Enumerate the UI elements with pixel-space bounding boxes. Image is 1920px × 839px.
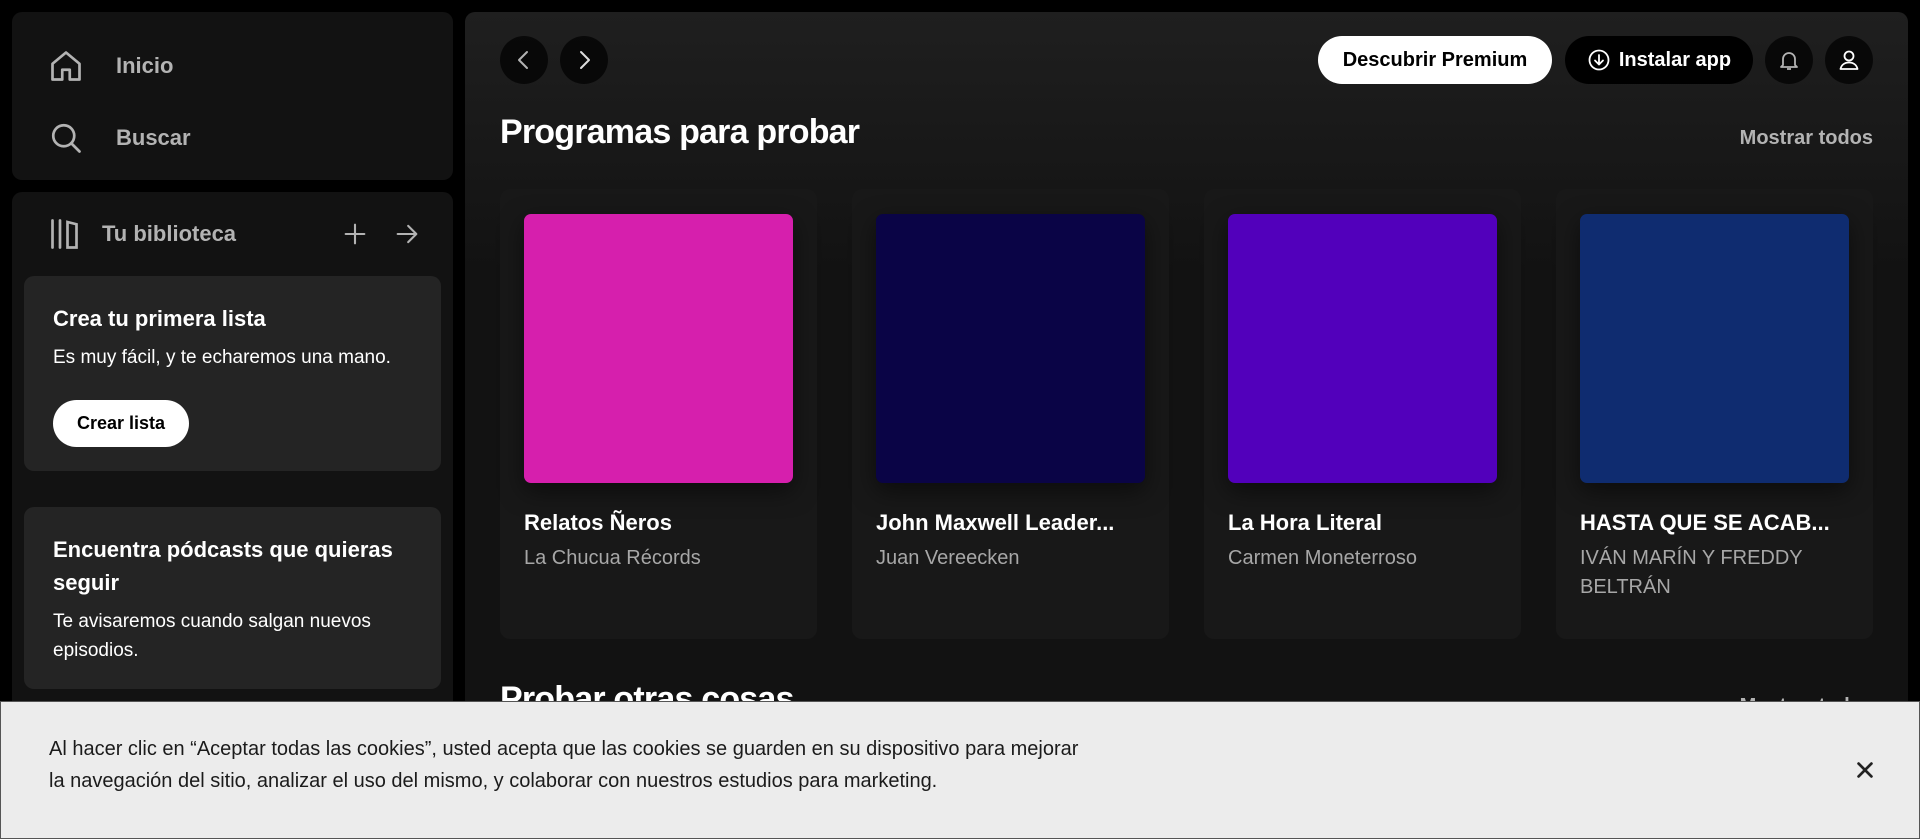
library-title[interactable]: Tu biblioteca xyxy=(102,221,325,247)
explore-premium-button[interactable]: Descubrir Premium xyxy=(1318,36,1552,84)
expand-library-button[interactable] xyxy=(385,212,429,256)
show-card[interactable]: La Hora Literal Carmen Moneterroso xyxy=(1204,189,1521,639)
download-icon xyxy=(1588,49,1610,71)
cookie-banner: Al hacer clic en “Aceptar todas las cook… xyxy=(0,701,1920,839)
create-playlist-cta-button[interactable]: Crear lista xyxy=(53,400,190,447)
nav-item-home[interactable]: Inicio xyxy=(48,30,417,102)
show-cover xyxy=(1228,214,1497,483)
close-cookie-banner-button[interactable] xyxy=(1845,750,1885,790)
back-button[interactable] xyxy=(500,36,548,84)
show-cover xyxy=(876,214,1145,483)
library-header: Tu biblioteca xyxy=(12,192,453,276)
nav-item-label: Buscar xyxy=(116,125,191,150)
sidebar-nav: Inicio Buscar xyxy=(12,12,453,180)
show-title: Relatos Ñeros xyxy=(524,510,672,535)
cookie-banner-text: Al hacer clic en “Aceptar todas las cook… xyxy=(49,738,1079,792)
show-cover xyxy=(1580,214,1849,483)
show-title: John Maxwell Leader... xyxy=(876,510,1115,535)
create-playlist-promo: Crea tu primera lista Es muy fácil, y te… xyxy=(24,276,441,471)
show-all-link[interactable]: Mostrar todos xyxy=(1740,127,1873,150)
show-publisher: Carmen Moneterroso xyxy=(1228,547,1417,569)
plus-icon xyxy=(344,223,366,245)
user-icon xyxy=(1839,50,1859,70)
show-card[interactable]: Relatos Ñeros La Chucua Récords xyxy=(500,189,817,639)
bell-icon xyxy=(1780,52,1798,70)
close-icon xyxy=(1857,762,1873,778)
top-bar: Descubrir Premium Instalar app xyxy=(465,12,1908,108)
show-cover xyxy=(524,214,793,483)
section-title[interactable]: Programas para probar xyxy=(500,113,860,152)
library-icon[interactable] xyxy=(48,216,84,252)
forward-button[interactable] xyxy=(560,36,608,84)
show-card[interactable]: HASTA QUE SE ACAB... IVÁN MARÍN Y FREDDY… xyxy=(1556,189,1873,639)
install-app-label: Instalar app xyxy=(1618,48,1732,71)
user-profile-button[interactable] xyxy=(1825,36,1873,84)
nav-item-label: Inicio xyxy=(116,53,174,78)
create-playlist-button[interactable] xyxy=(333,212,377,256)
home-icon xyxy=(51,51,81,81)
promo-text: Es muy fácil, y te echaremos una mano. xyxy=(53,347,391,368)
chevron-right-icon xyxy=(580,51,590,69)
notifications-button[interactable] xyxy=(1765,36,1813,84)
promo-title: Crea tu primera lista xyxy=(53,306,266,331)
promo-title: Encuentra pódcasts que quieras seguir xyxy=(53,537,393,595)
show-title: La Hora Literal xyxy=(1228,510,1383,535)
show-publisher: IVÁN MARÍN Y FREDDY BELTRÁN xyxy=(1580,547,1803,598)
show-publisher: Juan Vereecken xyxy=(876,547,1020,569)
search-icon xyxy=(51,123,81,153)
chevron-left-icon xyxy=(518,51,528,69)
show-publisher: La Chucua Récords xyxy=(524,547,701,569)
nav-item-search[interactable]: Buscar xyxy=(48,102,417,174)
app-root: Inicio Buscar Tu biblioteca Crea tu prim… xyxy=(0,0,1920,839)
arrow-right-icon xyxy=(396,224,418,244)
show-title: HASTA QUE SE ACAB... xyxy=(1580,510,1830,535)
podcasts-promo: Encuentra pódcasts que quieras seguir Te… xyxy=(24,507,441,689)
promo-text: Te avisaremos cuando salgan nuevos episo… xyxy=(53,611,371,661)
show-card[interactable]: John Maxwell Leader... Juan Vereecken xyxy=(852,189,1169,639)
shows-shelf: Relatos Ñeros La Chucua Récords John Max… xyxy=(500,189,1873,639)
install-app-button[interactable]: Instalar app xyxy=(1565,36,1753,84)
